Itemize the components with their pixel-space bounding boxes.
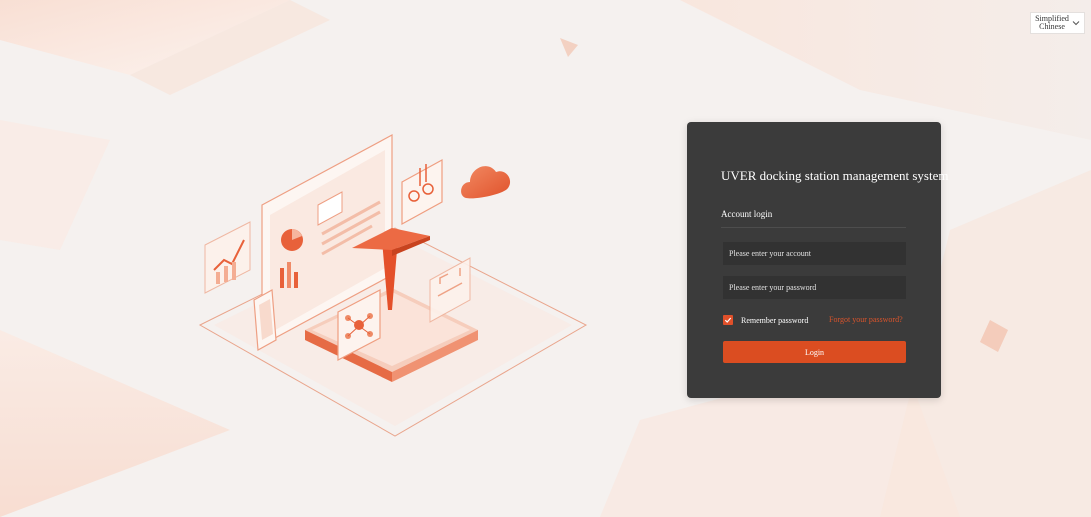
divider [721, 227, 906, 228]
remember-password-toggle[interactable]: Remember password [723, 315, 808, 325]
chevron-down-icon [1072, 21, 1080, 26]
system-title: UVER docking station management system [721, 168, 949, 183]
password-input[interactable] [723, 276, 906, 299]
account-input[interactable] [723, 242, 906, 265]
login-panel: UVER docking station management system A… [687, 122, 949, 398]
check-icon [724, 317, 732, 323]
language-selector-label: Simplified Chinese [1035, 14, 1069, 31]
language-selector[interactable]: Simplified Chinese [1030, 12, 1085, 34]
forgot-password-link[interactable]: Forgot your password? [829, 315, 903, 325]
tab-account-login[interactable]: Account login [721, 209, 772, 219]
login-button[interactable]: Login [723, 341, 906, 363]
remember-password-checkbox[interactable] [723, 315, 733, 325]
remember-password-label: Remember password [741, 315, 809, 325]
